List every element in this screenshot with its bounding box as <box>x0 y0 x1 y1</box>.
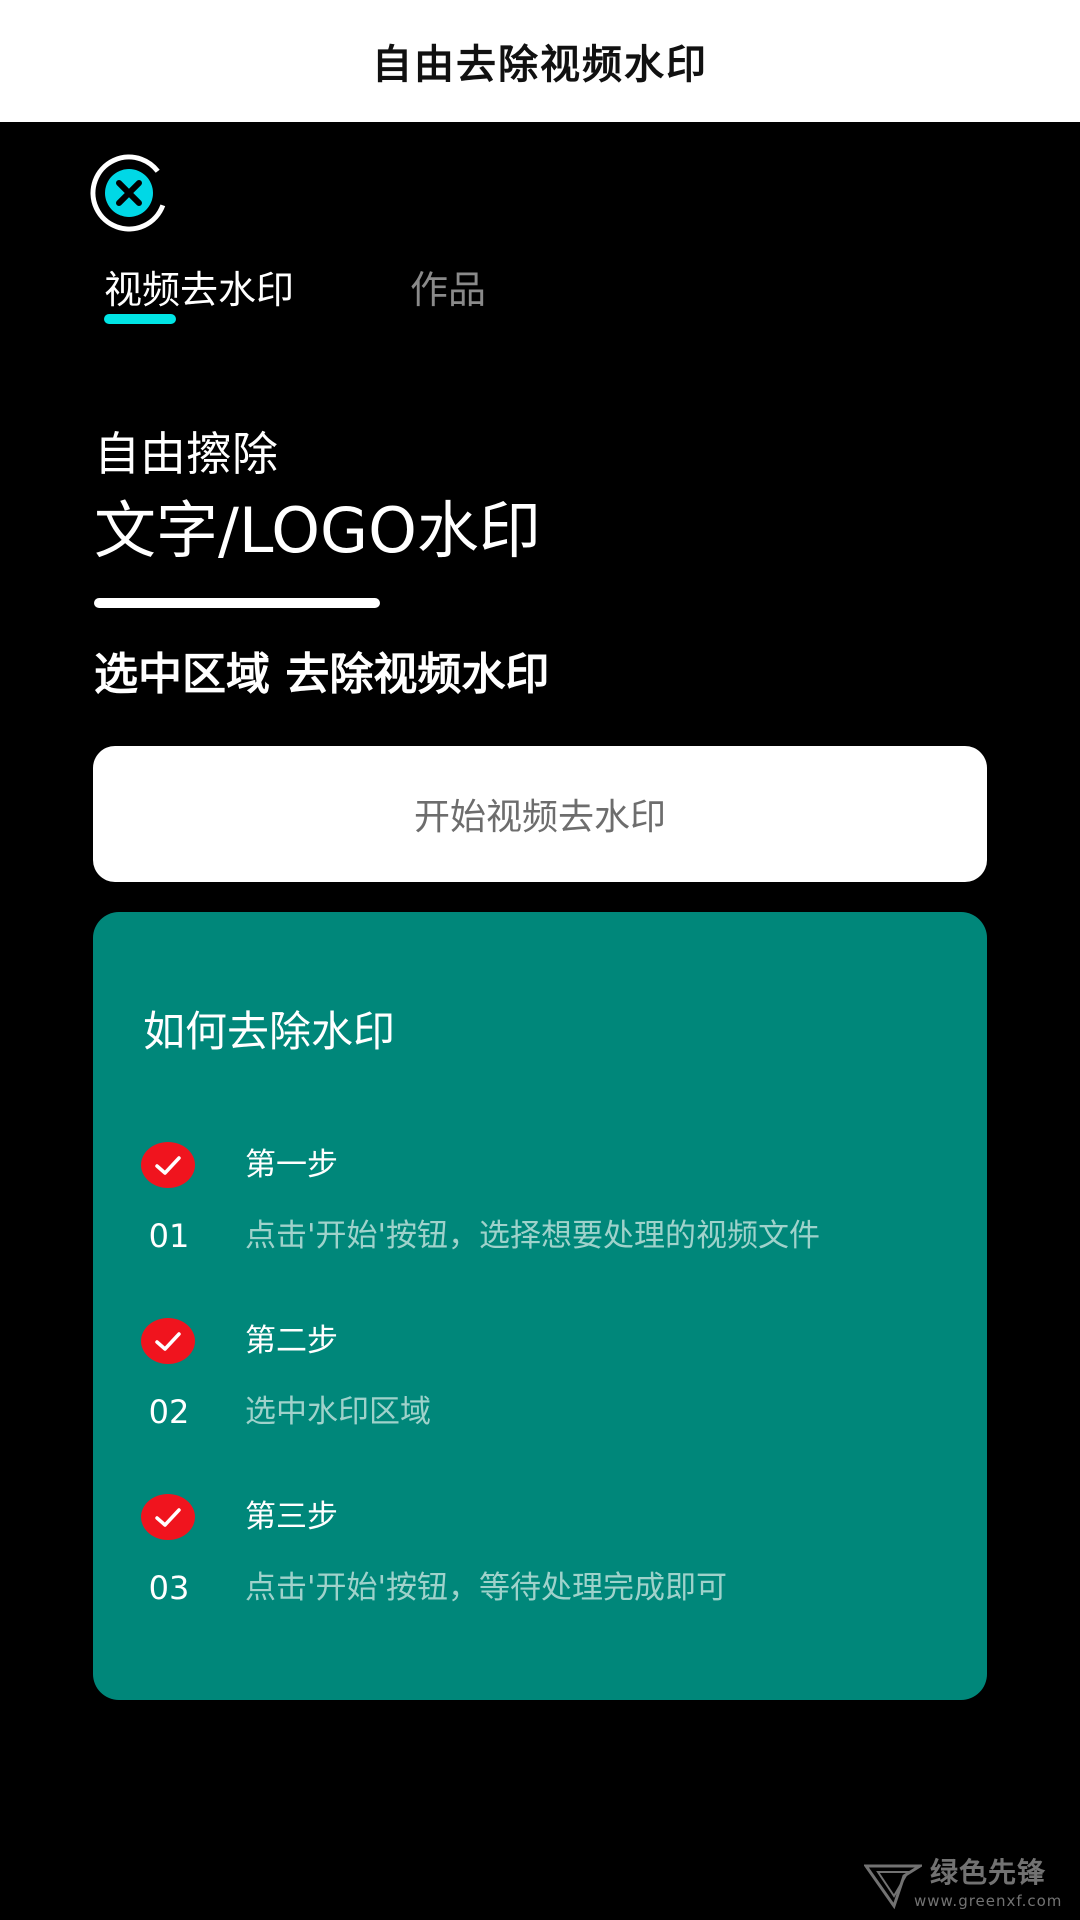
step-description: 点击'开始'按钮，等待处理完成即可 <box>245 1570 728 1606</box>
banner-title: 自由去除视频水印 <box>372 41 708 88</box>
step-item: 第一步 01 点击'开始'按钮，选择想要处理的视频文件 <box>93 1142 987 1292</box>
start-watermark-removal-button[interactable]: 开始视频去水印 <box>93 746 987 882</box>
tab-label: 视频去水印 <box>104 268 295 312</box>
check-badge-icon <box>141 1142 195 1188</box>
howto-title: 如何去除水印 <box>143 1007 396 1056</box>
step-number: 01 <box>148 1217 190 1255</box>
step-number: 02 <box>148 1393 190 1431</box>
step-title: 第一步 <box>245 1147 338 1183</box>
hero-line2: 文字/LOGO水印 <box>94 494 541 567</box>
start-button-label: 开始视频去水印 <box>413 797 666 838</box>
tab-works[interactable]: 作品 <box>410 262 486 318</box>
close-circle-icon[interactable] <box>88 152 170 234</box>
step-number: 03 <box>148 1569 190 1607</box>
step-title: 第二步 <box>245 1323 338 1359</box>
site-watermark: 绿色先锋 www.greenxf.com <box>864 1856 1074 1914</box>
hero-divider <box>94 598 380 608</box>
watermark-text: 绿色先锋 <box>930 1856 1047 1889</box>
step-item: 第二步 02 选中水印区域 <box>93 1318 987 1468</box>
hero-subtitle: 选中区域 去除视频水印 <box>94 649 550 700</box>
tab-active-indicator <box>104 314 176 324</box>
top-banner: 自由去除视频水印 <box>0 0 1080 122</box>
step-description: 点击'开始'按钮，选择想要处理的视频文件 <box>245 1218 821 1254</box>
check-badge-icon <box>141 1494 195 1540</box>
step-description: 选中水印区域 <box>245 1394 431 1430</box>
tab-label: 作品 <box>410 268 487 312</box>
check-badge-icon <box>141 1318 195 1364</box>
tab-bar: 视频去水印 作品 <box>104 262 804 332</box>
step-title: 第三步 <box>245 1499 338 1535</box>
hero-line1: 自由擦除 <box>94 427 278 481</box>
howto-card: 如何去除水印 第一步 01 点击'开始'按钮，选择想要处理的视频文件 第二步 0… <box>93 912 987 1700</box>
watermark-url: www.greenxf.com <box>914 1892 1063 1910</box>
step-item: 第三步 03 点击'开始'按钮，等待处理完成即可 <box>93 1494 987 1644</box>
tab-video-watermark[interactable]: 视频去水印 <box>104 262 294 318</box>
